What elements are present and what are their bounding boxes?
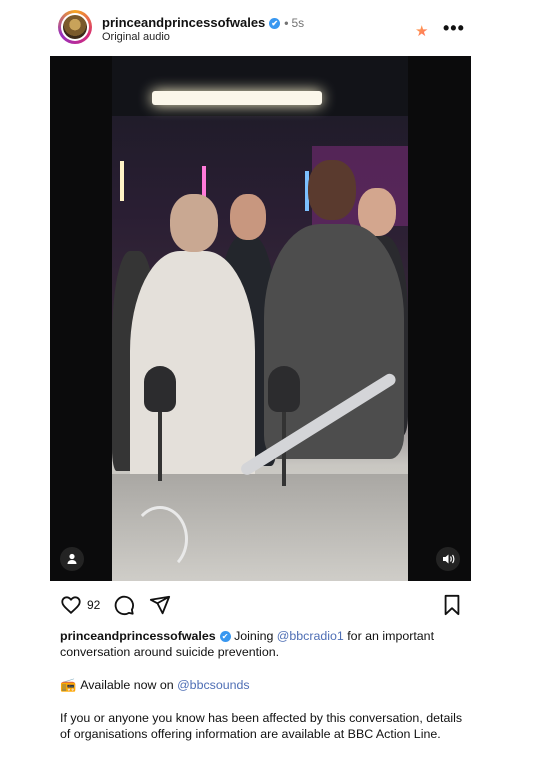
available-text: Available now on <box>80 678 178 692</box>
cable <box>132 506 188 572</box>
mention-bbcradio1[interactable]: @bbcradio1 <box>277 629 344 643</box>
sound-icon-svg <box>443 554 455 564</box>
comment-icon-svg <box>114 595 134 616</box>
bookmark-icon[interactable] <box>442 594 462 616</box>
person-white-shirt-head <box>170 194 218 252</box>
audio-subtitle[interactable]: Original audio <box>102 31 170 43</box>
share-icon-svg <box>149 595 171 615</box>
heart-icon-svg <box>61 596 81 615</box>
username-row: princeandprincessofwales ✔ • 5s <box>102 15 304 30</box>
person-knit-sweater-head <box>308 160 356 220</box>
microphone-right <box>268 366 300 412</box>
share-icon[interactable] <box>149 594 171 616</box>
post-time: 5s <box>291 16 305 30</box>
radio-icon: 📻 <box>60 677 77 692</box>
neon-light-left <box>120 161 124 201</box>
video-frame <box>112 56 408 581</box>
user-icon-svg <box>67 553 77 564</box>
studio-ceiling <box>112 56 408 116</box>
avatar-image <box>63 15 87 39</box>
person-middle-head <box>230 194 266 240</box>
comment-icon[interactable] <box>113 594 135 616</box>
video-player[interactable] <box>50 56 471 581</box>
more-options-icon[interactable]: ••• <box>443 18 465 39</box>
avatar-inner <box>61 13 89 41</box>
studio-light <box>152 91 322 105</box>
info-text: If you or anyone you know has been affec… <box>60 711 463 741</box>
caption: princeandprincessofwales ✔ Joining @bbcra… <box>60 628 470 660</box>
dot-separator: • <box>284 16 289 30</box>
caption-verified-icon: ✔ <box>219 631 231 642</box>
heart-icon[interactable] <box>60 594 82 616</box>
caption-text-1: Joining <box>230 629 277 643</box>
sound-icon[interactable] <box>436 547 460 571</box>
star-icon[interactable]: ★ <box>415 22 428 40</box>
caption-username[interactable]: princeandprincessofwales <box>60 629 216 643</box>
mic-stand-left <box>158 411 162 481</box>
microphone-left <box>144 366 176 412</box>
verified-icon: ✔ <box>269 18 281 29</box>
username[interactable]: princeandprincessofwales <box>102 15 265 30</box>
bookmark-icon-svg <box>444 594 460 616</box>
available-line: 📻 Available now on @bbcsounds <box>60 677 470 693</box>
like-count[interactable]: 92 <box>87 598 100 612</box>
post-header: princeandprincessofwales ✔ • 5s Original au… <box>58 10 478 46</box>
user-icon[interactable] <box>60 547 84 571</box>
action-bar: 92 <box>60 594 465 618</box>
mention-bbcsounds[interactable]: @bbcsounds <box>177 678 250 692</box>
avatar[interactable] <box>58 10 92 44</box>
